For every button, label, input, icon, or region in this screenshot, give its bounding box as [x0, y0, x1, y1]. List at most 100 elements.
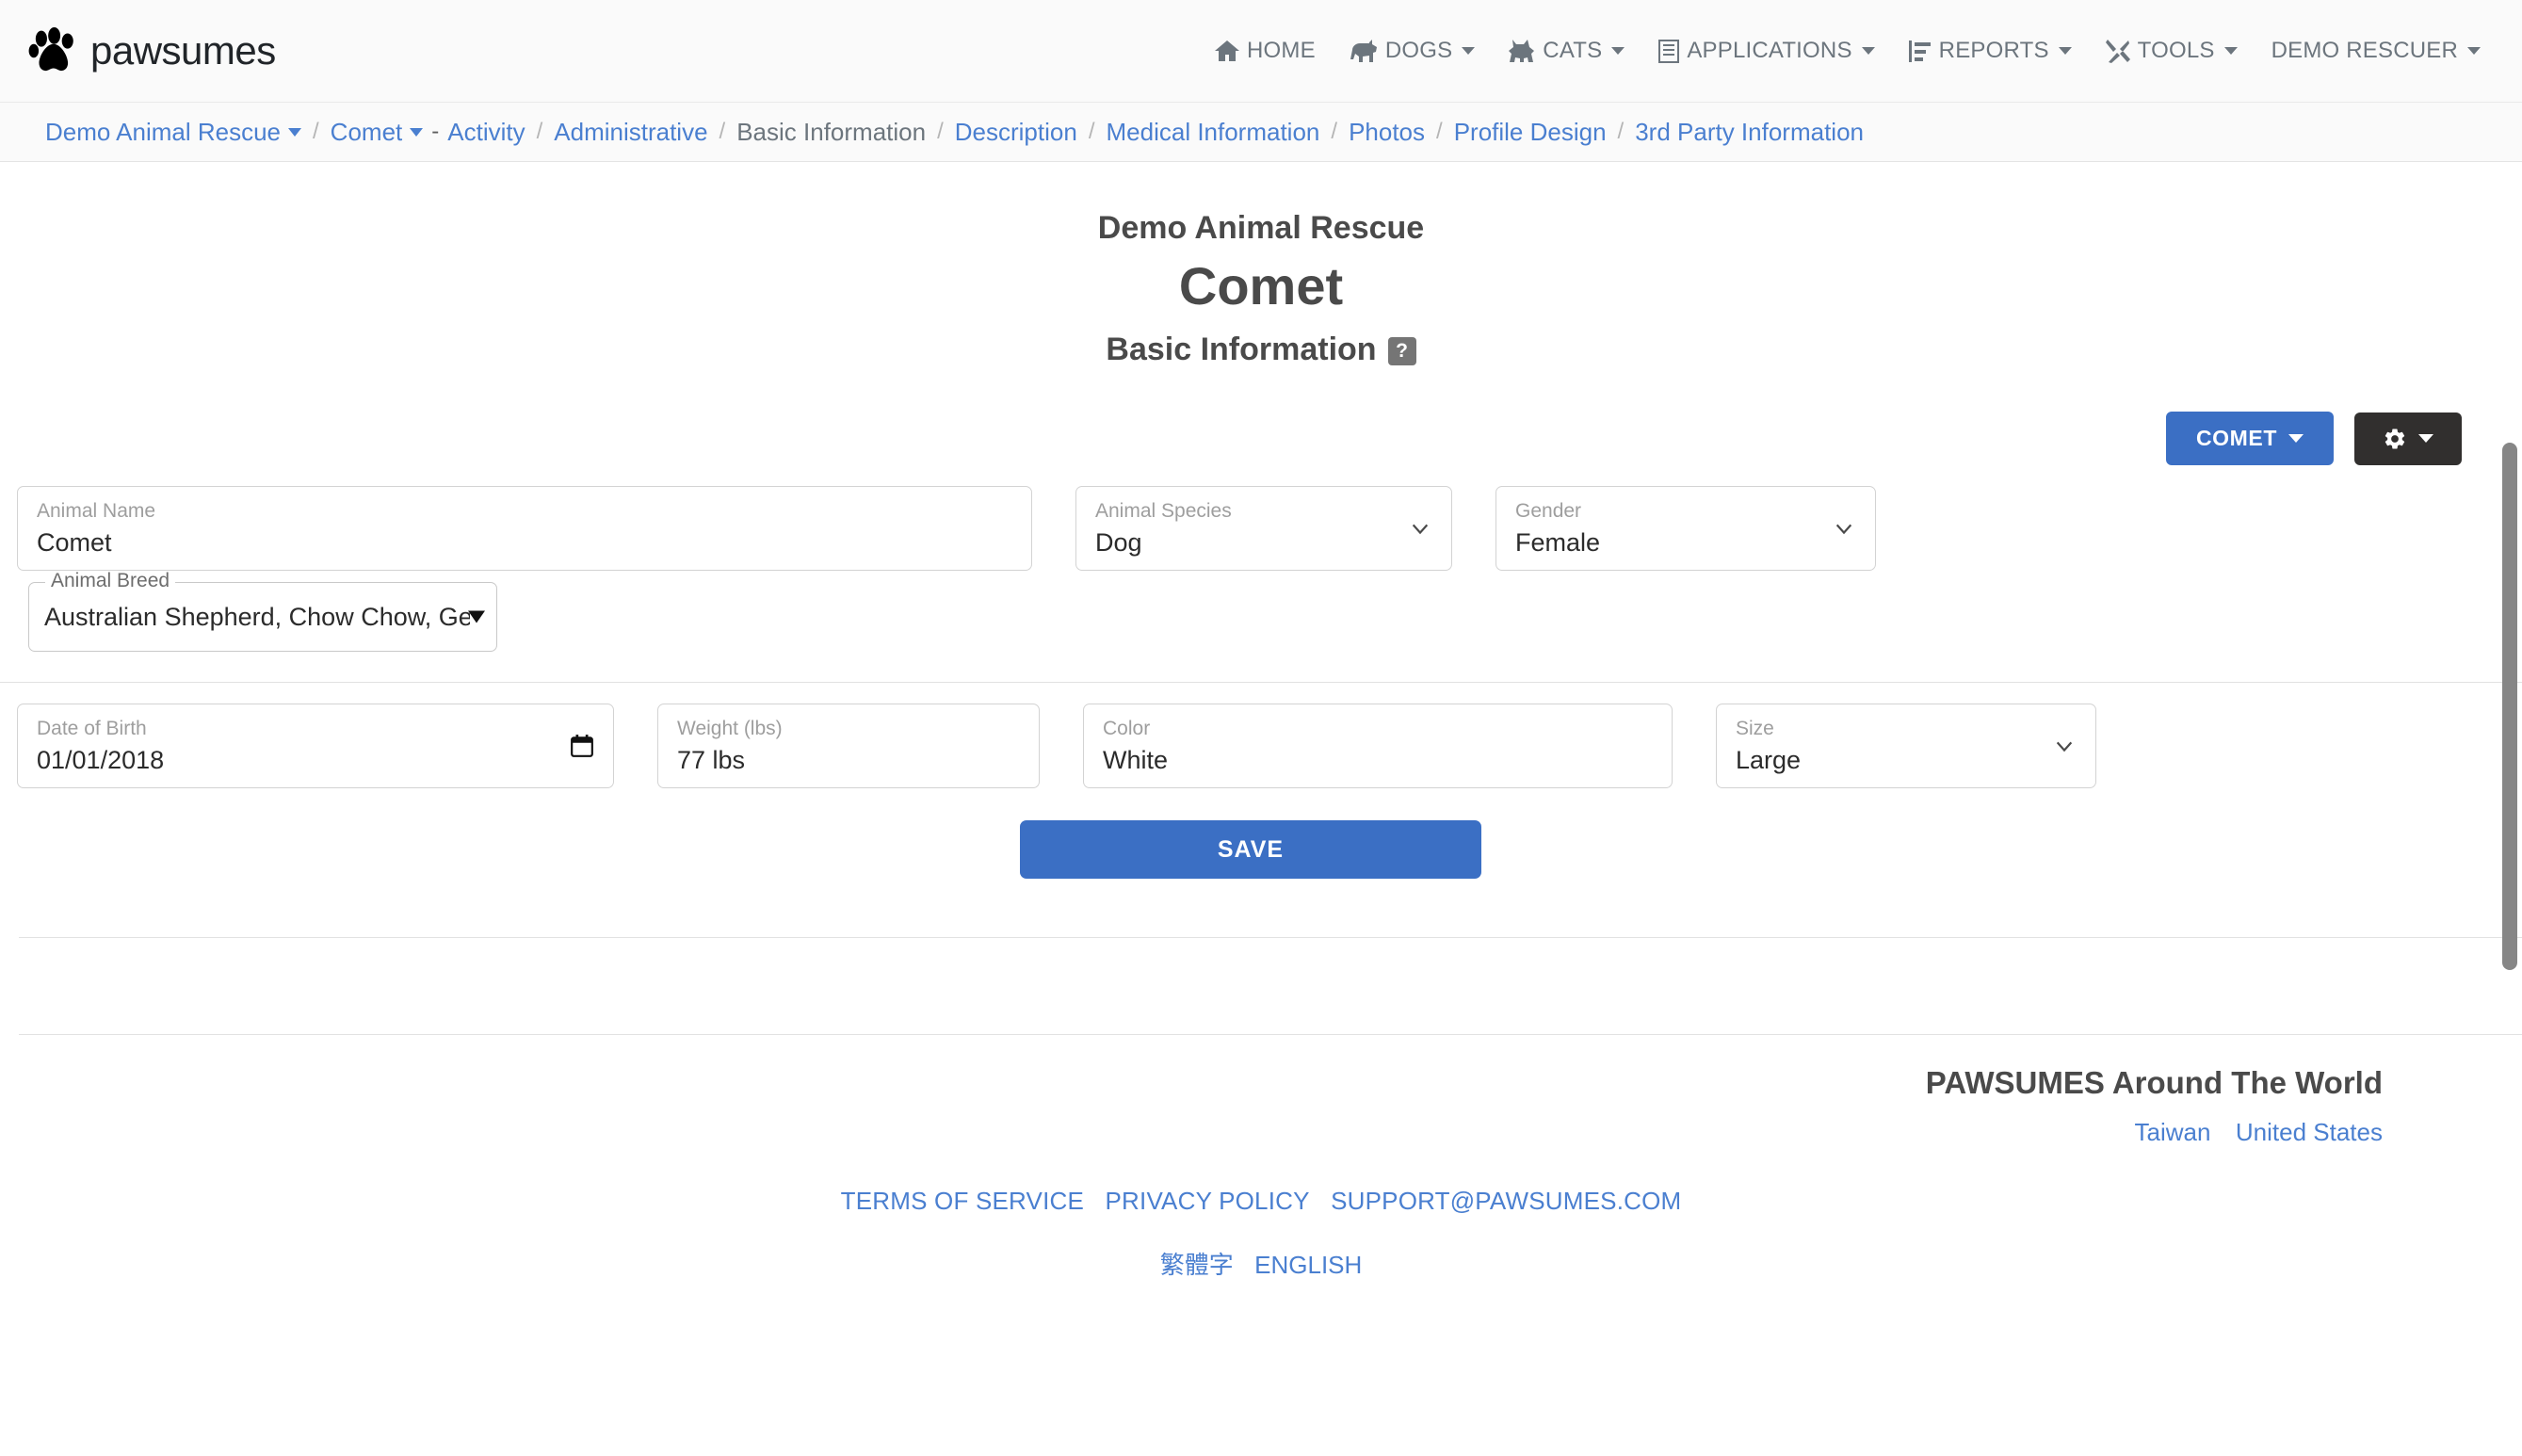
- animal-name-value: Comet: [37, 528, 112, 558]
- footer-country-taiwan[interactable]: Taiwan: [2135, 1118, 2211, 1146]
- footer-legal-links: TERMS OF SERVICE PRIVACY POLICY SUPPORT@…: [0, 1147, 2522, 1216]
- color-value: White: [1103, 746, 1169, 775]
- breadcrumb-item-activity[interactable]: Activity: [447, 118, 525, 147]
- animal-breed-value: Australian Shepherd, Chow Chow, German S…: [44, 602, 470, 631]
- chevron-down-icon: [1410, 518, 1431, 539]
- breadcrumb-item-basic-information: Basic Information: [736, 118, 926, 147]
- form-row-physical: Date of Birth 01/01/2018 Weight (lbs) 77…: [17, 683, 2505, 789]
- save-button-row: SAVE: [17, 788, 2505, 880]
- breadcrumb-separator: /: [1331, 119, 1338, 144]
- footer-language-english[interactable]: ENGLISH: [1254, 1251, 1362, 1279]
- gender-select[interactable]: Gender Female: [1495, 486, 1876, 572]
- page-title: Comet: [1178, 256, 1344, 316]
- nav-label: DEMO RESCUER: [2271, 38, 2458, 63]
- chevron-down-icon: [2054, 736, 2075, 756]
- breadcrumb-animal-label: Comet: [330, 117, 403, 146]
- breadcrumb: Demo Animal Rescue / Comet - Activity / …: [0, 103, 2522, 162]
- breadcrumb-item-medical-information[interactable]: Medical Information: [1107, 118, 1320, 147]
- nav-label: REPORTS: [1938, 38, 2049, 63]
- chevron-down-icon: [2418, 434, 2433, 444]
- footer-link-privacy-policy[interactable]: PRIVACY POLICY: [1106, 1187, 1310, 1215]
- date-of-birth-value: 01/01/2018: [37, 746, 165, 775]
- breadcrumb-separator: /: [1088, 119, 1095, 144]
- calendar-icon[interactable]: [570, 734, 594, 758]
- chevron-down-icon: [2058, 47, 2072, 55]
- nav-item-dogs[interactable]: DOGS: [1350, 38, 1476, 64]
- animal-menu-label: COMET: [2195, 426, 2277, 451]
- chevron-down-icon: [1834, 518, 1854, 539]
- bar-chart-icon: [1908, 40, 1932, 63]
- dog-icon: [1350, 40, 1378, 62]
- footer-country-united-states[interactable]: United States: [2236, 1118, 2383, 1146]
- settings-menu-button[interactable]: [2354, 412, 2462, 465]
- footer-world-title: PAWSUMES Around The World: [1925, 1065, 2383, 1101]
- nav-item-tools[interactable]: TOOLS: [2105, 38, 2238, 64]
- nav-item-reports[interactable]: REPORTS: [1908, 38, 2072, 64]
- animal-name-field[interactable]: Animal Name Comet: [17, 486, 1032, 572]
- brand-logo-link[interactable]: pawsumes: [28, 27, 276, 74]
- breadcrumb-item-3rd-party-information[interactable]: 3rd Party Information: [1635, 118, 1864, 147]
- basic-information-form-details: Date of Birth 01/01/2018 Weight (lbs) 77…: [0, 683, 2522, 880]
- breadcrumb-item-label: Administrative: [554, 117, 708, 146]
- weight-field[interactable]: Weight (lbs) 77 lbs: [657, 704, 1040, 789]
- size-select[interactable]: Size Large: [1716, 704, 2096, 789]
- breadcrumb-separator: /: [1436, 119, 1443, 144]
- breadcrumb-item-label: Medical Information: [1106, 117, 1320, 146]
- nav-label: CATS: [1543, 38, 1603, 63]
- nav-item-applications[interactable]: APPLICATIONS: [1658, 38, 1875, 64]
- footer-language-traditional-chinese[interactable]: 繁體字: [1160, 1251, 1234, 1279]
- animal-breed-label: Animal Breed: [45, 571, 176, 591]
- nav-label: HOME: [1247, 38, 1316, 63]
- date-of-birth-field[interactable]: Date of Birth 01/01/2018: [17, 704, 614, 789]
- help-icon[interactable]: ?: [1387, 337, 1416, 366]
- nav-item-demo-rescuer[interactable]: DEMO RESCUER: [2271, 38, 2481, 64]
- animal-breed-select[interactable]: Animal Breed Australian Shepherd, Chow C…: [28, 571, 497, 653]
- nav-item-cats[interactable]: CATS: [1509, 38, 1625, 64]
- chevron-down-icon: [1462, 47, 1476, 55]
- footer-language-links: 繁體字 ENGLISH: [0, 1216, 2522, 1281]
- size-label: Size: [1736, 718, 1774, 740]
- breadcrumb-item-label: 3rd Party Information: [1635, 117, 1864, 146]
- size-value: Large: [1736, 746, 1802, 775]
- breadcrumb-item-label: Activity: [447, 117, 525, 146]
- basic-information-form: Animal Name Comet Animal Species Dog Gen…: [0, 465, 2522, 653]
- nav-label: APPLICATIONS: [1687, 38, 1852, 63]
- footer-country-links: Taiwan United States: [0, 1101, 2522, 1147]
- home-icon: [1215, 40, 1239, 62]
- breadcrumb-item-label: Basic Information: [736, 117, 927, 146]
- footer-link-support-email[interactable]: SUPPORT@PAWSUMES.COM: [1331, 1187, 1681, 1215]
- breadcrumb-animal[interactable]: Comet: [331, 118, 424, 147]
- breadcrumb-org[interactable]: Demo Animal Rescue: [45, 118, 301, 147]
- weight-label: Weight (lbs): [677, 718, 783, 740]
- color-field[interactable]: Color White: [1083, 704, 1673, 789]
- nav-item-home[interactable]: HOME: [1215, 38, 1316, 64]
- footer-link-terms-of-service[interactable]: TERMS OF SERVICE: [841, 1187, 1084, 1215]
- chevron-down-icon: [2223, 47, 2238, 55]
- animal-species-label: Animal Species: [1095, 500, 1232, 523]
- nav-label: DOGS: [1384, 38, 1453, 63]
- breadcrumb-dash: -: [431, 119, 440, 144]
- scrollbar-thumb[interactable]: [2502, 443, 2517, 970]
- dropdown-arrow-icon: [468, 610, 485, 623]
- animal-menu-button[interactable]: COMET: [2165, 412, 2334, 466]
- tools-icon: [2105, 39, 2130, 63]
- breadcrumb-separator: /: [719, 119, 726, 144]
- save-button[interactable]: SAVE: [1020, 820, 1481, 880]
- animal-name-label: Animal Name: [37, 500, 156, 523]
- top-navbar: pawsumes HOME DOGS CATS APPLICATIONS REP…: [0, 0, 2522, 103]
- breadcrumb-item-profile-design[interactable]: Profile Design: [1454, 118, 1607, 147]
- breadcrumb-separator: /: [937, 119, 944, 144]
- chevron-down-icon: [410, 127, 424, 137]
- nav-links: HOME DOGS CATS APPLICATIONS REPORTS TOOL…: [1215, 38, 2488, 64]
- page-org-title: Demo Animal Rescue: [1097, 210, 1425, 246]
- breadcrumb-separator: /: [536, 119, 543, 144]
- breadcrumb-item-photos[interactable]: Photos: [1349, 118, 1425, 147]
- animal-species-select[interactable]: Animal Species Dog: [1075, 486, 1452, 572]
- breadcrumb-item-administrative[interactable]: Administrative: [554, 118, 707, 147]
- breadcrumb-item-label: Description: [954, 117, 1077, 146]
- page-header: Demo Animal Rescue Comet Basic Informati…: [0, 162, 2522, 370]
- page-scrollbar[interactable]: [2498, 104, 2522, 1456]
- breadcrumb-item-description[interactable]: Description: [955, 118, 1077, 147]
- chevron-down-icon: [2467, 47, 2481, 55]
- breadcrumb-item-label: Profile Design: [1453, 117, 1607, 146]
